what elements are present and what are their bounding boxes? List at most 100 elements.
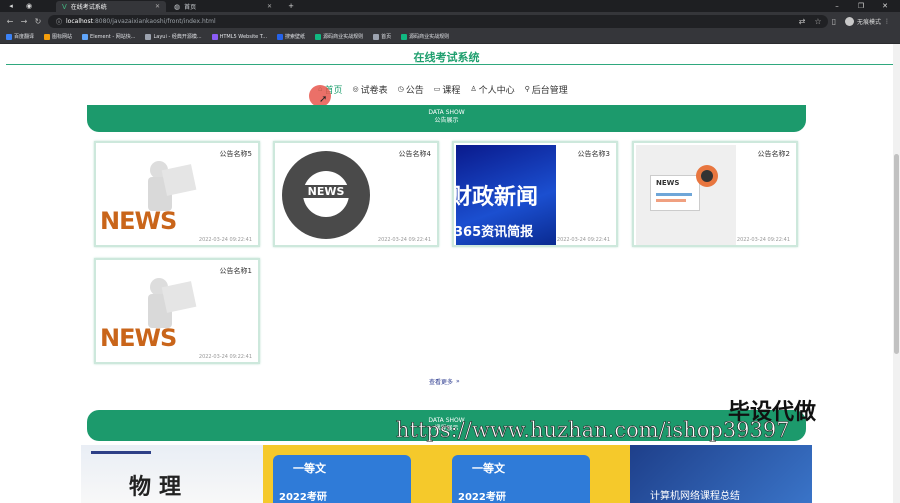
notice-card[interactable]: NEWS 公告名称1 2022-03-24 09:22:41 [94,258,260,364]
course-subtitle: 2022考研 [458,492,506,503]
notice-time: 2022-03-24 09:22:41 [377,237,431,243]
bookmark-label: HTML5 Website T... [219,33,268,40]
course-title: 一等文 [472,462,505,475]
main-menu: ⌂首页◎试卷表◷公告▭课程♙个人中心⚲后台管理 [318,82,568,96]
notice-thumbnail: 财政新闻 365资讯简报 [456,145,556,245]
finance-subline: 365资讯简报 [456,225,534,240]
incognito-profile[interactable]: 无痕模式 ⋮ [844,15,890,27]
bookmark-icon [277,33,284,40]
bookmark-label: Element - 网站快... [90,34,136,40]
tab-close-icon[interactable]: ✕ [155,3,160,10]
notice-thumbnail: NEWS [98,262,198,362]
course-title: 计算机网络课程总结 [650,491,740,502]
address-host: localhost [66,18,93,25]
watermark-url: https://www.huzhan.com/ishop39397 [396,418,790,443]
notice-card[interactable]: 财政新闻 365资讯简报 公告名称3 2022-03-24 09:22:41 [452,141,618,247]
course-card-exam[interactable]: 一等文 2022考研 [446,445,630,503]
bookmark-star-icon[interactable]: ☆ [812,15,824,27]
double-chevron-right-icon: » [456,378,460,385]
news-label: NEWS [301,185,351,198]
bookmark-label: 搜索壁纸 [285,34,306,40]
browser-toolbar: ← → ↻ ⓘ localhost:8080/javazaixiankaoshi… [0,12,900,30]
notice-name: 公告名称3 [577,150,610,158]
bookmark-item[interactable]: Element - 网站快... [82,33,135,40]
section-header-zh: 公告展示 [434,117,459,124]
tab-close-icon[interactable]: ✕ [267,3,272,10]
notice-name: 公告名称4 [398,150,431,158]
tab-label: 在线考试系统 [70,4,107,11]
bookmark-item[interactable]: 源码商业实战规则 [315,33,363,40]
window-menu-icon[interactable]: ◂ [2,0,20,12]
menu-item-user[interactable]: ♙ 个人中心 [470,83,514,96]
notice-card[interactable]: NEWS 公告名称4 2022-03-24 09:22:41 [273,141,439,247]
bookmark-label: 源码商业实战规则 [323,34,364,40]
link-icon: ⚲ [524,85,530,93]
new-tab-button[interactable]: + [282,0,300,12]
notice-card[interactable]: NEWS 公告名称2 2022-03-24 09:22:41 [632,141,798,247]
bookmark-item[interactable]: 百度翻译 [6,33,34,40]
back-icon[interactable]: ← [4,15,16,27]
site-title: 在线考试系统 [413,51,480,64]
view-more-link[interactable]: 查看更多 » [429,377,460,386]
menu-item-clock[interactable]: ◷ 公告 [398,83,424,96]
bookmark-label: 百度翻译 [14,34,35,40]
translate-icon[interactable]: ⇄ [796,15,808,27]
bookmark-icon [82,33,89,40]
address-path: :8080/javazaixiankaoshi/front/index.html [92,18,216,25]
menu-item-book[interactable]: ▭ 课程 [434,83,461,96]
news-label: NEWS [656,179,680,187]
reload-icon[interactable]: ↻ [32,15,44,27]
course-title: 物理 [129,474,190,500]
bookmark-item[interactable]: HTML5 Website T... [211,33,268,40]
notice-time: 2022-03-24 09:22:41 [556,237,610,243]
course-card-physics[interactable]: 物理 [81,445,263,503]
course-card-network[interactable]: 计算机网络课程总结 [630,445,812,503]
bookmark-icon [373,33,380,40]
tab-exam-system[interactable]: V 在线考试系统 ✕ [56,1,166,12]
minimize-icon[interactable]: – [828,0,846,12]
title-divider [6,64,893,65]
bookmark-icon [401,33,408,40]
address-bar[interactable]: ⓘ localhost:8080/javazaixiankaoshi/front… [48,15,828,28]
bookmark-icon [211,33,218,40]
tab-search-icon[interactable]: ◉ [20,0,38,12]
tab-label: 首页 [184,4,197,11]
bookmark-item[interactable]: 搜索壁纸 [277,33,305,40]
paper-icon: ◎ [352,85,359,93]
menu-item-paper[interactable]: ◎ 试卷表 [352,83,387,96]
profile-label: 无痕模式 [856,18,881,26]
notice-thumbnail: NEWS [277,145,377,245]
menu-item-link[interactable]: ⚲ 后台管理 [525,83,568,96]
bookmark-item[interactable]: 图标网站 [44,33,72,40]
bookmark-item[interactable]: Layui - 经典开源模... [145,33,202,40]
menu-item-label: 课程 [442,85,461,96]
notice-time: 2022-03-24 09:22:41 [198,354,252,360]
bookmark-icon [145,33,152,40]
browser-tabstrip: ◂ ◉ V 在线考试系统 ✕ ◍ 首页 ✕ + – ❐ ✕ [0,0,900,12]
notice-section-header: DATA SHOW 公告展示 [87,105,806,132]
maximize-icon[interactable]: ❐ [852,0,870,12]
notice-thumbnail: NEWS [98,145,198,245]
tab-home[interactable]: ◍ 首页 ✕ [168,1,278,12]
section-header-en: DATA SHOW [428,109,465,116]
notice-time: 2022-03-24 09:22:41 [198,237,252,243]
notice-name: 公告名称2 [757,150,790,158]
bookmark-label: 首页 [381,34,392,40]
bookmark-item[interactable]: 首页 [373,33,391,40]
sidebar-icon[interactable]: ▯ [828,15,840,27]
page-scrollbar[interactable] [893,44,900,503]
course-subtitle: 2022考研 [279,492,327,503]
notice-card[interactable]: NEWS 公告名称5 2022-03-24 09:22:41 [94,141,260,247]
course-title: 一等文 [293,462,326,475]
bookmark-label: 源码商业实战规则 [409,34,450,40]
view-more-label: 查看更多 [429,379,454,386]
course-card-exam[interactable]: 一等文 2022考研 [263,445,446,503]
bookmark-item[interactable]: 源码商业实战规则 [401,33,449,40]
close-window-icon[interactable]: ✕ [876,0,894,12]
vue-icon: V [62,2,67,11]
scrollbar-thumb[interactable] [894,154,899,354]
more-menu-icon[interactable]: ⋮ [884,18,890,25]
forward-icon[interactable]: → [18,15,30,27]
globe-icon: ◍ [174,2,181,11]
notice-name: 公告名称1 [219,267,252,275]
